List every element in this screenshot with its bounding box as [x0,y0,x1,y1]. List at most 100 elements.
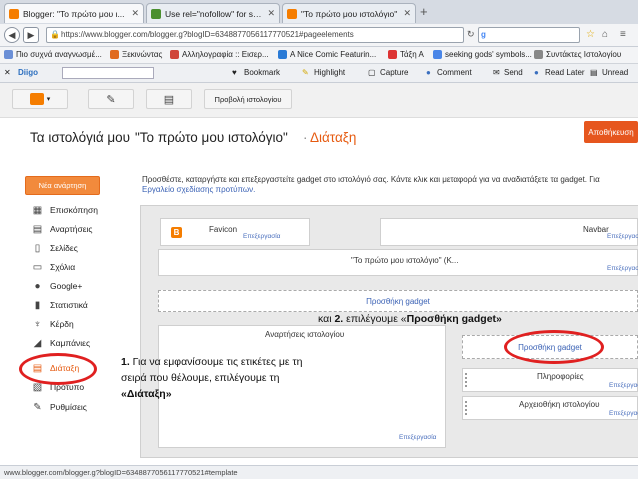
lock-icon: 🔒 [50,30,60,39]
close-icon[interactable]: ✕ [267,8,275,19]
address-bar[interactable]: 🔒 https://www.blogger.com/blogger.g?blog… [46,27,464,43]
back-icon[interactable]: ◀ [4,27,20,43]
bookmark-label: Συντάκτες Ιστολογίου [546,50,622,59]
highlight-button[interactable]: Highlight [314,68,345,77]
bookmark-item[interactable]: Ξεκινώντας [110,50,162,59]
bookmark-item[interactable]: Αλληλογραφία :: Εισερ... [170,50,269,59]
capture-button[interactable]: Capture [380,68,408,77]
sidebar-item-comments[interactable]: ▭ Σχόλια [32,261,75,273]
bookmark-item[interactable]: Πιο συχνά αναγνωσμέ... [4,50,102,59]
bookmark-item[interactable]: Τάξη Α [388,50,424,59]
unread-button[interactable]: Unread [602,68,628,77]
bookmark-label: Ξεκινώντας [122,50,163,59]
overview-icon: ▦ [32,204,43,216]
callout-emphasis: Προσθήκη gadget» [406,313,502,325]
edit-link[interactable]: Επεξεργασία [609,410,638,417]
tab-blogger[interactable]: Blogger: "Το πρώτο μου ι... ✕ [4,3,144,23]
posts-icon: ▤ [32,223,43,235]
close-icon[interactable]: ✕ [131,8,139,19]
bookmark-item[interactable]: Συντάκτες Ιστολογίου [534,50,621,59]
bookmark-item[interactable]: A Nice Comic Featurin... [278,50,376,59]
reload-icon[interactable]: ↻ [467,29,475,40]
header-gadget[interactable]: "Το πρώτο μου ιστολόγιο" (K... Επεξεργασ… [158,249,638,276]
favicon-gadget[interactable]: B Favicon Επεξεργασία [160,218,310,246]
close-icon[interactable]: ✕ [4,68,11,77]
tab-nofollow[interactable]: Use rel="nofollow" for spe... ✕ [146,3,280,23]
edit-link[interactable]: Επεξεργασία [243,233,280,240]
sidebar-item-overview[interactable]: ▦ Επισκόπηση [32,204,98,216]
new-tab-button[interactable]: + [420,4,428,19]
blog-title: "Το πρώτο μου ιστολόγιο" [135,130,288,145]
sidebar-item-stats[interactable]: ▮ Στατιστικά [32,299,88,311]
posts-list-button[interactable]: ▤ [146,89,192,109]
edit-link[interactable]: Επεξεργασία [607,265,638,272]
drag-handle[interactable] [464,372,468,388]
browser-tab-bar: Blogger: "Το πρώτο μου ι... ✕ Use rel="n… [0,0,638,25]
navbar-gadget[interactable]: Navbar Επεξεργασία [380,218,638,246]
highlight-icon: ✎ [302,68,309,77]
diigo-search-input[interactable] [62,67,154,79]
stats-icon: ▮ [34,299,41,311]
blogger-icon [9,8,19,19]
bookmark-icon [170,50,179,59]
sidebar-item-settings[interactable]: ✎ Ρυθμίσεις [32,401,87,413]
sidebar-item-googleplus[interactable]: ● Google+ [32,280,82,292]
tab-title: "Το πρώτο μου ιστολόγιο" [301,8,398,19]
callout-step-2: και 2. επιλέγουμε «Προσθήκη gadget» [318,313,502,325]
blogger-icon [287,8,297,19]
home-icon[interactable]: ⌂ [602,29,608,40]
callout-emphasis: «Διάταξη» [121,388,172,400]
bookmark-button[interactable]: Bookmark [244,68,280,77]
trophy-icon: ♆ [33,318,42,330]
new-post-icon-button[interactable]: ✎ [88,89,134,109]
capture-icon: ▢ [368,68,376,77]
new-post-button[interactable]: Νέα ανάρτηση [25,176,100,195]
layout-description: Προσθέστε, καταργήστε και επεξεργαστείτε… [142,175,600,184]
search-input[interactable]: g [478,27,580,43]
blogger-top-bar: ▾ ✎ ▤ Προβολή ιστολογίου [0,83,638,118]
gadget-title: Αρχειοθήκη ιστολογίου [519,400,600,409]
template-designer-link[interactable]: Εργαλείο σχεδίασης προτύπων. [142,185,255,194]
forward-icon[interactable]: ▶ [23,27,39,43]
my-blogs-link[interactable]: Τα ιστολόγιά μου [30,130,130,145]
gadget-title: "Το πρώτο μου ιστολόγιο" (K... [351,256,459,265]
blog-archive-gadget[interactable]: Αρχειοθήκη ιστολογίου Επεξεργασία [462,396,638,420]
sidebar-item-label: Σελίδες [50,243,78,253]
tab-blog-view[interactable]: "Το πρώτο μου ιστολόγιο" ✕ [282,3,416,23]
campaigns-icon: ◢ [33,337,42,349]
send-button[interactable]: Send [504,68,523,77]
comment-button[interactable]: Comment [437,68,472,77]
edit-link[interactable]: Επεξεργασία [609,382,638,389]
bookmarks-bar: Πιο συχνά αναγνωσμέ... Ξεκινώντας Αλληλο… [0,47,638,64]
google-icon: g [481,30,486,39]
profile-gadget[interactable]: Πληροφορίες Επεξεργασία [462,368,638,392]
read-later-button[interactable]: Read Later [545,68,585,77]
menu-icon[interactable]: ≡ [620,29,626,40]
bookmark-icon [278,50,287,59]
close-icon[interactable]: ✕ [403,8,411,19]
callout-step-number: 1. [121,356,130,368]
diigo-button[interactable]: Diigo [18,68,38,77]
blogger-logo-button[interactable]: ▾ [12,89,68,109]
add-gadget-header-button[interactable]: Προσθήκη gadget [158,290,638,312]
bookmark-icon [4,50,13,59]
sidebar-item-pages[interactable]: ▯ Σελίδες [32,243,78,254]
sidebar-item-label: Στατιστικά [50,300,88,310]
url-text: https://www.blogger.com/blogger.g?blogID… [61,30,354,39]
bookmark-icon [110,50,119,59]
save-arrangement-button[interactable]: Αποθήκευση [584,121,638,143]
star-icon[interactable]: ☆ [586,29,595,40]
bookmark-item[interactable]: seeking gods' symbols... [433,50,532,59]
google-plus-icon: ● [34,280,41,292]
comments-icon: ▭ [32,261,43,273]
sidebar-item-earnings[interactable]: ♆ Κέρδη [32,318,74,330]
wrench-icon: ✎ [33,401,42,413]
edit-link[interactable]: Επεξεργασία [607,233,638,240]
gadget-title: Favicon [209,225,238,234]
sidebar-item-posts[interactable]: ▤ Αναρτήσεις [32,223,93,235]
edit-link[interactable]: Επεξεργασία [399,434,436,441]
drag-handle[interactable] [464,400,468,416]
sidebar-item-campaigns[interactable]: ◢ Καμπάνιες [32,337,90,349]
view-blog-button[interactable]: Προβολή ιστολογίου [204,89,292,109]
read-later-icon: ● [534,68,539,77]
